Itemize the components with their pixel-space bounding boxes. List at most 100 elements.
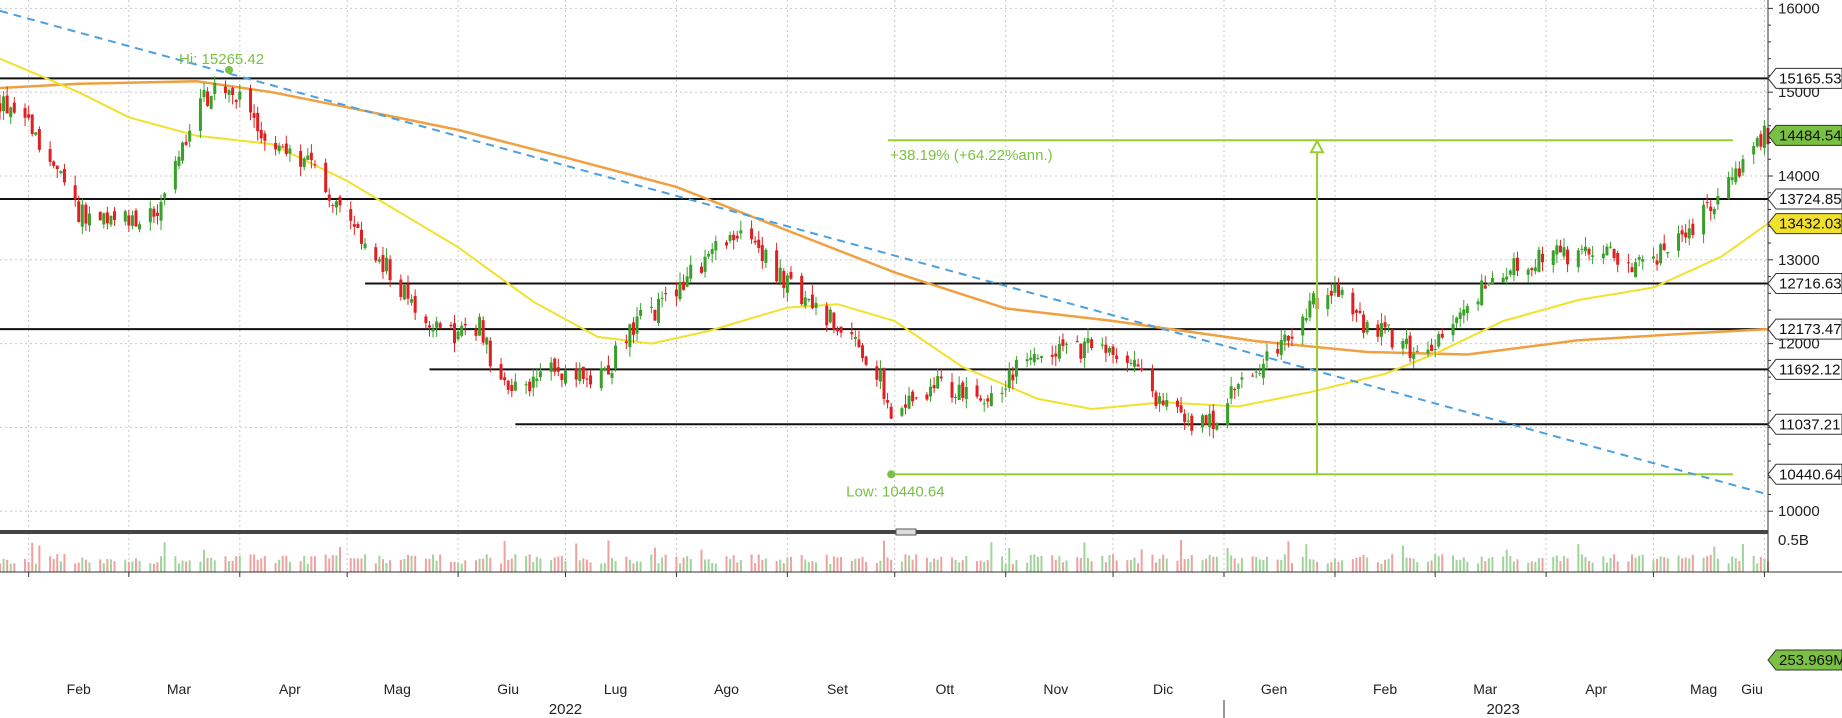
candle-body	[674, 289, 678, 297]
candle-body	[929, 386, 933, 397]
candle-body	[1702, 204, 1706, 235]
volume-bar	[614, 561, 617, 572]
volume-bar	[829, 563, 832, 572]
volume-bar	[1226, 548, 1229, 572]
axes: 100001100012000130001400015000160000.5BF…	[0, 0, 1842, 718]
volume-bar	[1527, 562, 1530, 572]
volume-bar	[854, 558, 857, 572]
volume-bar	[1262, 559, 1265, 572]
candle-body	[524, 384, 528, 386]
volume-bar	[489, 557, 492, 572]
volume-bar	[1441, 554, 1444, 572]
volume-bar	[457, 562, 460, 572]
candle-body	[939, 376, 943, 379]
volume-bar	[1051, 555, 1054, 572]
volume-bar	[1283, 554, 1286, 572]
candle-body	[1265, 351, 1269, 361]
volume-bar	[1509, 556, 1512, 572]
candle-body	[73, 185, 77, 200]
volume-bar	[807, 562, 810, 572]
candle-body	[1730, 177, 1734, 181]
x-tick-label: Feb	[67, 681, 91, 697]
volume-bar	[1351, 559, 1354, 572]
candle-body	[1115, 355, 1119, 359]
volume-bar	[1459, 559, 1462, 572]
candle-body	[807, 298, 811, 301]
candle-body	[1455, 317, 1459, 324]
candle-body	[231, 88, 235, 96]
volume-bar	[732, 555, 735, 572]
candle-body	[1752, 145, 1756, 155]
volume-bar	[639, 561, 642, 572]
candle-body	[1201, 415, 1205, 428]
candle-body	[1258, 373, 1262, 375]
candle-body	[1741, 159, 1745, 173]
volume-bar	[1430, 560, 1433, 572]
candle-body	[1684, 232, 1688, 238]
volume-bar	[1559, 561, 1562, 572]
volume-bar	[682, 557, 685, 572]
volume-bar	[779, 559, 782, 572]
volume-bar	[1605, 562, 1608, 572]
volume-bar	[503, 541, 506, 572]
candle-body	[825, 305, 829, 326]
volume-bar	[1155, 562, 1157, 572]
volume-bar	[1656, 558, 1659, 572]
candle-body	[1687, 228, 1691, 239]
candle-body	[510, 385, 514, 391]
volume-bar	[560, 555, 563, 572]
candle-body	[1501, 277, 1505, 283]
candle-body	[309, 152, 313, 161]
candle-body	[979, 398, 983, 401]
candle-body	[814, 302, 818, 309]
volume-bar	[550, 560, 553, 572]
candle-body	[1526, 269, 1530, 275]
candle-body	[198, 98, 202, 131]
volume-bar	[263, 555, 266, 572]
candle-body	[664, 293, 668, 295]
candle-body	[9, 107, 13, 118]
candle-body	[1487, 282, 1491, 285]
volume-bar	[374, 563, 377, 572]
candle-body	[1100, 344, 1104, 346]
volume-bar	[185, 561, 188, 572]
candle-body	[689, 264, 693, 279]
candle-body	[359, 229, 363, 244]
candle-body	[1437, 334, 1441, 347]
candle-body	[1004, 388, 1008, 390]
price-chart: Hi: 15265.42 Low: 10440.64 +38.19% (+64.22…	[0, 0, 1842, 718]
candle-body	[1412, 354, 1416, 359]
candle-body	[252, 113, 256, 118]
candle-body	[62, 169, 66, 183]
volume-bar	[1684, 557, 1687, 572]
volume-bar	[686, 556, 689, 572]
candle-body	[1605, 246, 1609, 256]
x-tick-label: Lug	[604, 681, 627, 697]
measurement-arrow	[1309, 139, 1325, 154]
candle-body	[513, 381, 517, 391]
volume-bar	[38, 545, 41, 572]
volume-bar	[1083, 542, 1086, 572]
candle-body	[1634, 262, 1638, 278]
volume-bar	[1165, 558, 1168, 572]
volume-bar	[961, 560, 964, 572]
candle-body	[1308, 300, 1312, 318]
volume-bar	[1366, 557, 1369, 572]
volume-bar	[1537, 558, 1540, 572]
volume-bar	[113, 561, 116, 572]
candle-body	[739, 230, 743, 234]
volume-bar	[432, 554, 435, 572]
candle-body	[1301, 316, 1305, 336]
candle-body	[1637, 257, 1641, 260]
candle-body	[1616, 253, 1620, 265]
volume-bar	[1512, 561, 1515, 572]
candle-body	[138, 224, 142, 230]
volume-bar	[632, 563, 635, 572]
volume-bar	[1727, 563, 1730, 572]
candle-body	[1211, 410, 1215, 429]
volume-bar	[908, 555, 911, 572]
volume-bar	[285, 555, 288, 572]
low-marker-dot	[887, 470, 896, 479]
candle-body	[506, 380, 510, 390]
candle-body	[1405, 338, 1409, 345]
